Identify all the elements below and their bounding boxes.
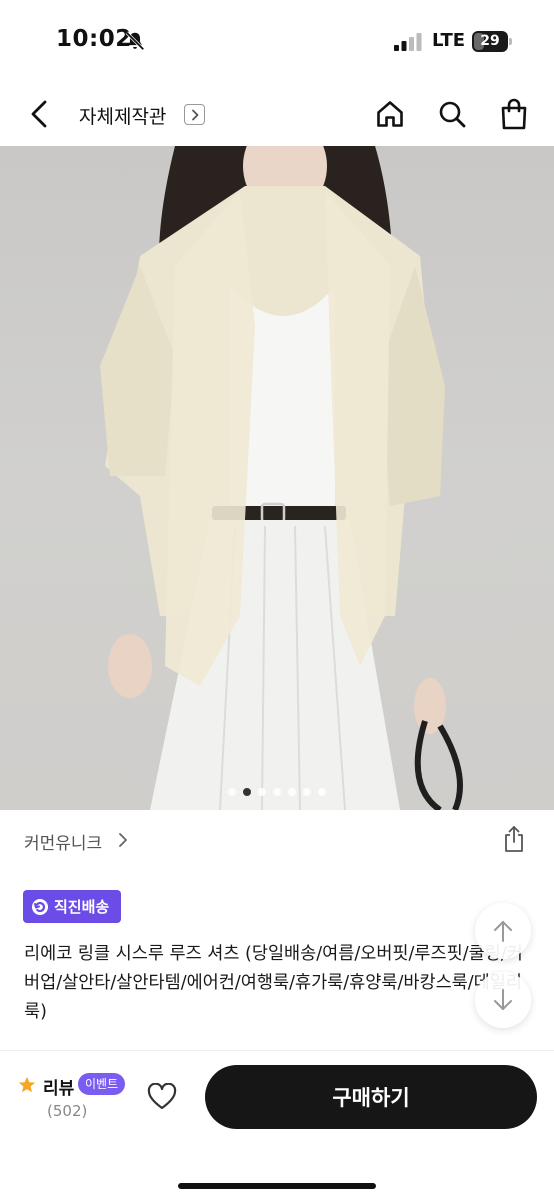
brand-link[interactable]: 커먼유니크 — [24, 829, 102, 854]
product-image-carousel[interactable] — [0, 146, 554, 810]
signal-icon — [394, 33, 422, 51]
status-bar: 10:02 LTE 29 — [0, 0, 554, 84]
back-arrow-icon — [31, 100, 47, 128]
carousel-dot[interactable] — [228, 788, 236, 796]
product-title: 리에코 링클 시스루 루즈 셔츠 (당일배송/여름/오버핏/루즈핏/쿨링/커버업… — [24, 944, 523, 1022]
product-photo — [100, 146, 463, 810]
bell-slash-icon — [125, 31, 145, 51]
home-indicator — [178, 1183, 376, 1189]
nav-header: 자체제작관 — [0, 84, 554, 146]
search-icon — [439, 101, 466, 128]
battery-level: 29 — [480, 33, 500, 49]
page-title[interactable]: 자체제작관 — [79, 102, 166, 129]
network-type: LTE — [432, 30, 466, 51]
status-time: 10:02 — [56, 26, 132, 52]
review-event-badge: 이벤트 — [78, 1073, 126, 1095]
delivery-badge-label: 직진배송 — [54, 898, 110, 916]
scroll-up-button[interactable] — [475, 903, 531, 959]
search-button[interactable] — [434, 96, 470, 132]
delivery-badge: 직진배송 — [23, 890, 122, 923]
share-icon — [505, 826, 523, 852]
refresh-arrow-icon — [32, 898, 48, 915]
brand-row: 커먼유니크 — [0, 822, 554, 858]
buy-button[interactable]: 구매하기 — [205, 1065, 537, 1129]
carousel-dot[interactable] — [258, 788, 266, 796]
review-summary[interactable]: 리뷰 이벤트 (502) — [18, 1073, 138, 1125]
carousel-dot-active[interactable] — [243, 788, 251, 796]
review-count: (502) — [47, 1102, 88, 1120]
share-button[interactable] — [500, 824, 528, 854]
carousel-dot[interactable] — [318, 788, 326, 796]
wishlist-button[interactable] — [144, 1079, 180, 1115]
arrow-down-icon — [494, 989, 512, 1010]
chevron-right-icon[interactable] — [115, 830, 131, 850]
carousel-dots — [0, 788, 554, 796]
home-icon — [377, 101, 403, 127]
shopping-bag-icon — [501, 98, 527, 130]
carousel-dot[interactable] — [273, 788, 281, 796]
bottom-action-bar: 리뷰 이벤트 (502) 구매하기 — [0, 1050, 554, 1200]
carousel-dot[interactable] — [288, 788, 296, 796]
home-button[interactable] — [372, 96, 408, 132]
back-button[interactable] — [22, 96, 58, 132]
cart-button[interactable] — [496, 96, 532, 132]
review-label: 리뷰 — [43, 1079, 75, 1099]
title-chevron-button[interactable] — [184, 104, 205, 125]
carousel-dot[interactable] — [303, 788, 311, 796]
star-icon — [18, 1076, 36, 1093]
heart-icon — [147, 1083, 177, 1110]
battery-icon: 29 — [472, 31, 512, 52]
chevron-right-icon — [191, 109, 198, 120]
scroll-down-button[interactable] — [475, 972, 531, 1028]
arrow-up-icon — [494, 921, 512, 942]
